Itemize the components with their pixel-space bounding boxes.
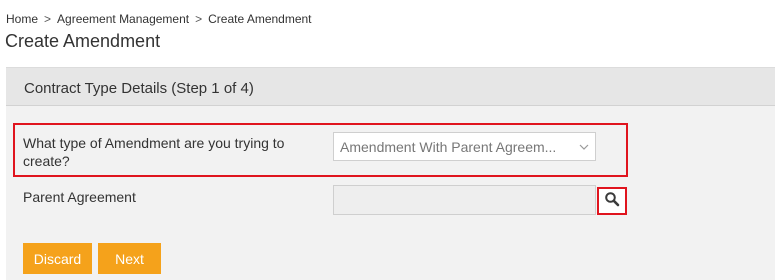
breadcrumb-current-page: Create Amendment xyxy=(208,12,312,26)
parent-agreement-search-button[interactable] xyxy=(597,187,627,215)
breadcrumb-separator: > xyxy=(44,12,52,26)
breadcrumb-home-link[interactable]: Home xyxy=(6,12,38,26)
page-title: Create Amendment xyxy=(5,31,161,51)
discard-button[interactable]: Discard xyxy=(23,243,92,274)
amendment-type-select[interactable]: Amendment With Parent Agreem... xyxy=(333,132,596,161)
next-button[interactable]: Next xyxy=(98,243,161,274)
amendment-type-selected-value: Amendment With Parent Agreem... xyxy=(340,138,557,155)
breadcrumb-agreement-management-link[interactable]: Agreement Management xyxy=(57,12,189,26)
breadcrumb: Home > Agreement Management > Create Ame… xyxy=(6,12,312,26)
panel-header: Contract Type Details (Step 1 of 4) xyxy=(6,68,775,106)
chevron-down-icon xyxy=(573,141,595,153)
breadcrumb-separator: > xyxy=(195,12,203,26)
parent-agreement-label: Parent Agreement xyxy=(23,189,136,205)
amendment-type-label: What type of Amendment are you trying to… xyxy=(23,135,285,169)
search-icon xyxy=(604,191,620,212)
parent-agreement-field[interactable] xyxy=(333,185,596,215)
contract-type-details-panel: Contract Type Details (Step 1 of 4) What… xyxy=(6,67,775,280)
panel-header-title: Contract Type Details (Step 1 of 4) xyxy=(24,80,254,97)
